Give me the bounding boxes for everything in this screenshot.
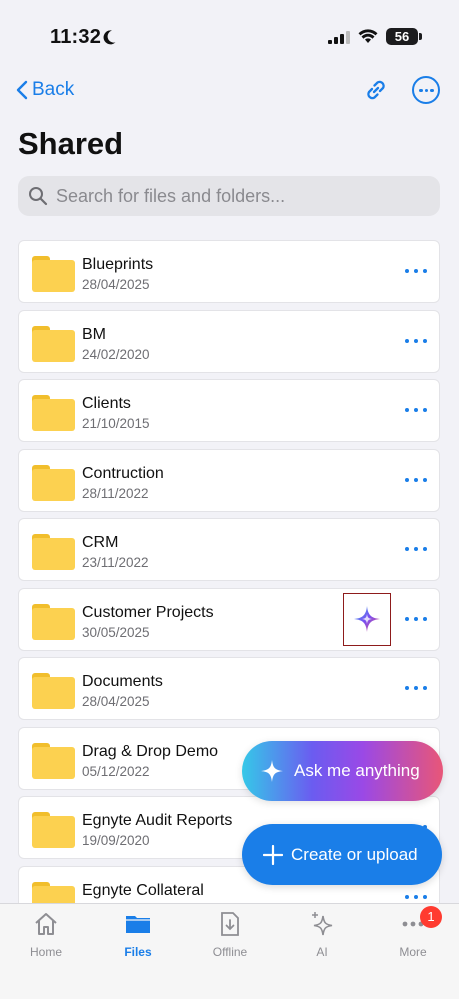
battery-tip — [419, 33, 422, 40]
folder-date: 21/10/2015 — [82, 416, 150, 431]
folder-icon — [32, 464, 75, 501]
list-item[interactable]: CRM 23/11/2022 — [18, 518, 440, 581]
back-button[interactable]: Back — [16, 77, 74, 103]
battery-indicator: 56 — [386, 28, 418, 45]
row-more-button[interactable] — [405, 686, 427, 694]
ask-ai-button[interactable]: Ask me anything — [242, 741, 443, 801]
tab-ai[interactable]: AI — [276, 904, 368, 974]
list-item[interactable]: Documents 28/04/2025 — [18, 657, 440, 720]
folder-date: 24/02/2020 — [82, 346, 150, 362]
list-item[interactable]: Clients 21/10/2015 — [18, 379, 440, 442]
notification-badge: 1 — [420, 906, 442, 928]
create-upload-label: Create or upload — [291, 844, 418, 864]
moon-icon — [103, 30, 116, 45]
folder-name: Customer Projects — [82, 603, 214, 621]
row-more-button[interactable] — [405, 408, 427, 416]
folder-icon — [32, 812, 75, 848]
folder-date: 28/04/2025 — [82, 694, 150, 709]
tab-files[interactable]: Files — [92, 904, 184, 974]
tab-home[interactable]: Home — [0, 904, 92, 974]
list-item[interactable]: BM 24/02/2020 — [18, 309, 440, 373]
row-more-button[interactable] — [405, 477, 427, 486]
link-icon[interactable] — [362, 76, 390, 104]
cellular-signal-icon — [328, 31, 350, 44]
search-input[interactable] — [56, 185, 416, 207]
tab-label: AI — [316, 945, 328, 959]
folder-icon — [32, 395, 75, 431]
folder-icon — [32, 742, 75, 779]
folder-icon — [32, 256, 75, 292]
wifi-icon — [358, 29, 378, 43]
folder-name: Egnyte Audit Reports — [82, 812, 233, 829]
row-more-button[interactable] — [405, 269, 427, 277]
folder-icon — [32, 673, 75, 709]
row-more-button[interactable] — [405, 894, 427, 903]
status-bar: 11:32 56 — [0, 0, 459, 60]
status-time: 11:32 — [50, 26, 102, 48]
folder-name: Blueprints — [82, 256, 154, 273]
plus-icon — [263, 844, 283, 865]
search-bar[interactable] — [18, 176, 440, 216]
folder-icon — [32, 603, 75, 640]
search-icon — [29, 187, 48, 206]
list-item[interactable]: Customer Projects 30/05/2025 — [18, 587, 440, 651]
folder-date: 05/12/2022 — [82, 763, 150, 779]
folder-name: Contruction — [82, 464, 164, 482]
page-title: Shared — [18, 126, 124, 161]
folder-name: Clients — [82, 395, 131, 412]
folder-date: 28/04/2025 — [82, 277, 150, 292]
tab-label: More — [399, 945, 427, 959]
download-doc-icon — [221, 912, 239, 936]
sparkles-icon — [312, 912, 333, 936]
folder-date: 30/05/2025 — [82, 624, 150, 640]
folder-icon — [32, 325, 75, 362]
tab-more[interactable]: More — [367, 904, 459, 974]
folder-icon — [32, 534, 75, 570]
tab-label: Offline — [212, 945, 248, 959]
row-more-button[interactable] — [405, 338, 427, 347]
folder-name: BM — [82, 325, 106, 343]
sparkle-icon — [354, 606, 380, 632]
list-item[interactable]: Contruction 28/11/2022 — [18, 448, 440, 512]
row-more-button[interactable] — [405, 616, 427, 625]
list-item[interactable]: Blueprints 28/04/2025 — [18, 240, 440, 303]
folder-name: CRM — [82, 534, 119, 551]
create-upload-button[interactable]: Create or upload — [242, 824, 442, 885]
more-options-button[interactable] — [412, 76, 440, 104]
chevron-left-icon — [16, 80, 28, 100]
tab-bar: Home Files Offline AI More — [0, 903, 459, 999]
ai-sparkle-button[interactable] — [343, 592, 391, 646]
folder-icon — [126, 916, 150, 933]
folder-date: 28/11/2022 — [82, 485, 149, 501]
folder-name: Egnyte Collateral — [82, 881, 204, 899]
row-more-button[interactable] — [405, 547, 427, 555]
tab-label: Files — [124, 945, 152, 959]
back-label: Back — [32, 79, 75, 100]
tab-offline[interactable]: Offline — [184, 904, 276, 974]
folder-name: Drag & Drop Demo — [82, 742, 219, 760]
sparkle-icon — [261, 760, 283, 782]
folder-date: 19/09/2020 — [82, 833, 150, 848]
tab-label: Home — [29, 945, 62, 959]
folder-name: Documents — [82, 673, 163, 690]
ask-ai-label: Ask me anything — [294, 761, 420, 780]
house-icon — [35, 913, 57, 935]
folder-date: 23/11/2022 — [82, 555, 149, 570]
